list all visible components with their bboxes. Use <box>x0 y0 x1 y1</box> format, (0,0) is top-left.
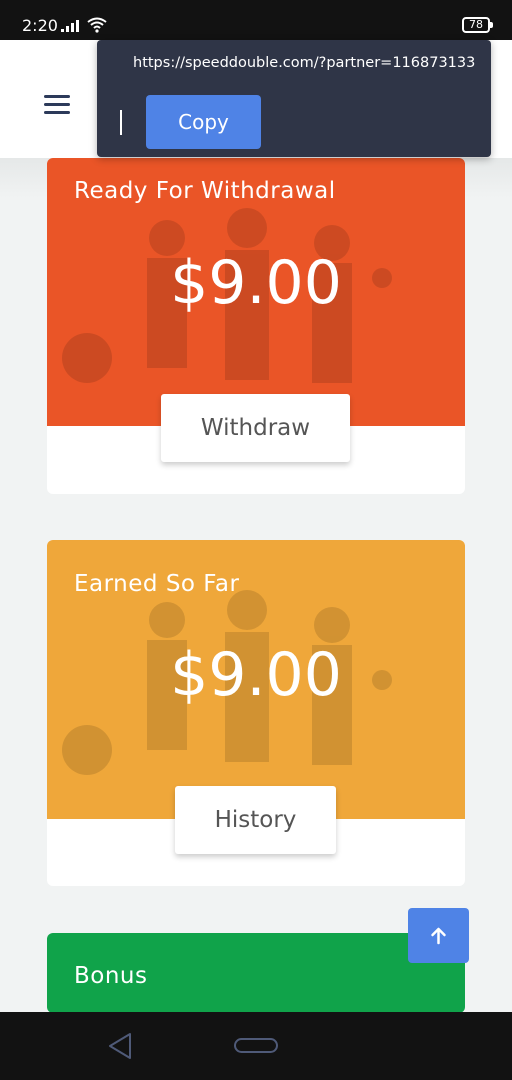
withdrawal-card-banner: Ready For Withdrawal $9.00 <box>47 158 465 426</box>
referral-link-popup: https://speeddouble.com/?partner=1168731… <box>97 40 491 157</box>
earned-card-banner: Earned So Far $9.00 <box>47 540 465 819</box>
status-time: 2:20 <box>22 16 58 35</box>
system-nav-bar <box>0 1012 512 1080</box>
home-icon[interactable] <box>233 1037 279 1055</box>
earned-amount: $9.00 <box>170 640 342 710</box>
hamburger-icon[interactable] <box>44 95 70 115</box>
signal-icon <box>61 20 79 32</box>
earned-title: Earned So Far <box>74 571 240 597</box>
referral-url[interactable]: https://speeddouble.com/?partner=1168731… <box>133 54 475 72</box>
history-button[interactable]: History <box>175 786 336 854</box>
status-bar: 2:20 78 <box>0 0 512 40</box>
withdrawal-title: Ready For Withdrawal <box>74 178 336 204</box>
arrow-up-icon <box>431 927 446 945</box>
withdrawal-card: Ready For Withdrawal $9.00 Withdraw <box>47 158 465 494</box>
withdrawal-amount: $9.00 <box>170 248 342 318</box>
battery-icon: 78 <box>462 17 493 33</box>
copy-button[interactable]: Copy <box>146 95 261 149</box>
back-icon[interactable] <box>107 1032 133 1060</box>
bonus-card: Bonus <box>47 933 465 1013</box>
bonus-title: Bonus <box>74 963 148 989</box>
scroll-top-button[interactable] <box>408 908 469 963</box>
wifi-icon <box>87 17 107 33</box>
text-cursor <box>120 110 122 135</box>
earned-card: Earned So Far $9.00 History <box>47 540 465 886</box>
withdraw-button[interactable]: Withdraw <box>161 394 350 462</box>
